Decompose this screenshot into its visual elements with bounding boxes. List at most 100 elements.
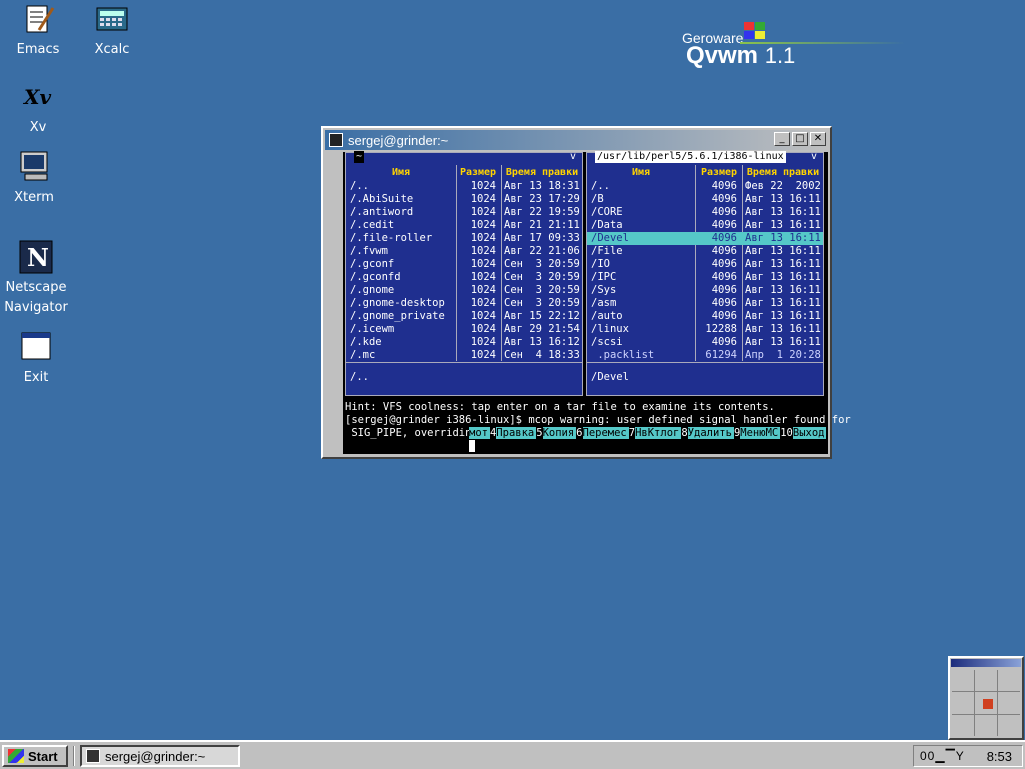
file-row[interactable]: /.cedit 1024 Авг 21 21:11 xyxy=(346,219,582,232)
file-row[interactable]: /.file-roller 1024 Авг 17 09:33 xyxy=(346,232,582,245)
file-row[interactable]: /CORE 4096 Авг 13 16:11 xyxy=(587,206,823,219)
terminal-window[interactable]: sergej@grinder:~ _ □ ✕ ~ v Имя Размер Вр… xyxy=(321,126,851,459)
function-key[interactable]: 7НвКтлог xyxy=(629,427,682,440)
function-key[interactable]: 9МенюMC xyxy=(734,427,781,440)
col-mtime: Время правки xyxy=(505,167,579,178)
desktop-icon-exit[interactable]: Exit xyxy=(0,330,74,388)
left-file-list[interactable]: /.. 1024 Авг 13 18:31 /.AbiSuite 1024 Авг 23 … xyxy=(346,180,582,362)
function-key[interactable]: 8Удалить xyxy=(681,427,734,440)
file-name: .packlist xyxy=(591,349,655,361)
file-row[interactable]: /Data 4096 Авг 13 16:11 xyxy=(587,219,823,232)
file-name: /.gnome_private xyxy=(350,310,445,322)
xterm-label: Xterm xyxy=(14,190,54,205)
file-size: 4096 xyxy=(711,310,737,322)
pager-desk[interactable] xyxy=(998,714,1020,736)
desktop-icon-netscape[interactable]: N Netscape Navigator xyxy=(0,240,74,318)
file-row[interactable]: /.AbiSuite 1024 Авг 23 17:29 xyxy=(346,193,582,206)
desktop-icon-xterm[interactable]: Xterm xyxy=(0,150,72,208)
pager-desk[interactable] xyxy=(975,714,997,736)
desktop-icon-emacs[interactable]: Emacs xyxy=(0,2,76,60)
start-button[interactable]: Start xyxy=(2,745,68,767)
pager-desk[interactable] xyxy=(952,692,974,714)
logo-product: Qvwm 1.1 xyxy=(686,42,796,69)
file-row[interactable]: .packlist 61294 Апр 1 20:28 xyxy=(587,349,823,362)
clock[interactable]: 8:53 xyxy=(987,749,1012,764)
terminal-content[interactable]: ~ v Имя Размер Время правки /.. 1024 Авг 1… xyxy=(343,151,851,454)
file-row[interactable]: /.icewm 1024 Авг 29 21:54 xyxy=(346,323,582,336)
file-row[interactable]: /.gnome-desktop 1024 Сен 3 20:59 xyxy=(346,297,582,310)
file-row[interactable]: /.. 1024 Авг 13 18:31 xyxy=(346,180,582,193)
file-size: 4096 xyxy=(711,193,737,205)
taskbar-item-terminal[interactable]: sergej@grinder:~ xyxy=(80,745,240,767)
window-titlebar[interactable]: sergej@grinder:~ _ □ ✕ xyxy=(325,130,828,150)
function-key-label: Правка xyxy=(496,427,537,439)
file-row[interactable]: /.kde 1024 Авг 13 16:12 xyxy=(346,336,582,349)
function-key[interactable]: мот xyxy=(469,427,490,440)
file-name: /CORE xyxy=(591,206,623,218)
function-key[interactable]: 4Правка xyxy=(490,427,537,440)
function-key[interactable]: 10Выход xyxy=(780,427,827,440)
file-name: /.file-roller xyxy=(350,232,433,244)
mc-left-panel[interactable]: ~ v Имя Размер Время правки /.. 1024 Авг 1… xyxy=(345,151,583,396)
pager-desk[interactable] xyxy=(952,714,974,736)
file-row[interactable]: /Devel 4096 Авг 13 16:11 xyxy=(587,232,823,245)
file-row[interactable]: /B 4096 Авг 13 16:11 xyxy=(587,193,823,206)
right-file-list[interactable]: /.. 4096 Фев 22 2002/B 4096 Авг 13 16:11/COR… xyxy=(587,180,823,362)
file-mtime: Авг 13 16:11 xyxy=(745,258,821,270)
function-key-number: 5 xyxy=(536,427,543,439)
function-key-label: МенюMC xyxy=(740,427,781,439)
file-mtime: Авг 13 16:11 xyxy=(745,271,821,283)
file-name: /.gconfd xyxy=(350,271,401,283)
pager-desk-active[interactable] xyxy=(975,692,997,714)
emacs-icon xyxy=(21,2,55,36)
file-name: /.antiword xyxy=(350,206,414,218)
function-key[interactable]: 5Копия xyxy=(536,427,577,440)
file-row[interactable]: /scsi 4096 Авг 13 16:11 xyxy=(587,336,823,349)
text-cursor xyxy=(469,440,475,452)
file-row[interactable]: /auto 4096 Авг 13 16:11 xyxy=(587,310,823,323)
file-row[interactable]: /.gconf 1024 Сен 3 20:59 xyxy=(346,258,582,271)
desktop-icon-xcalc[interactable]: Xcalc xyxy=(74,2,150,60)
svg-text:N: N xyxy=(27,243,49,272)
file-row[interactable]: /asm 4096 Авг 13 16:11 xyxy=(587,297,823,310)
desktop-pager[interactable] xyxy=(948,656,1024,740)
file-mtime: Авг 22 19:59 xyxy=(504,206,580,218)
left-panel-menu-button[interactable]: v xyxy=(570,151,576,163)
taskbar-item-label: sergej@grinder:~ xyxy=(105,748,206,764)
file-name: /B xyxy=(591,193,604,205)
tray-icons[interactable]: 00▁▔Y xyxy=(920,749,965,763)
pager-desk[interactable] xyxy=(952,670,974,692)
file-row[interactable]: /File 4096 Авг 13 16:11 xyxy=(587,245,823,258)
file-row[interactable]: /IO 4096 Авг 13 16:11 xyxy=(587,258,823,271)
desktop-icon-xv[interactable]: Xv Xv xyxy=(0,80,76,138)
svg-text:Xv: Xv xyxy=(22,85,52,109)
file-row[interactable]: /linux 12288 Авг 13 16:11 xyxy=(587,323,823,336)
file-row[interactable]: /.antiword 1024 Авг 22 19:59 xyxy=(346,206,582,219)
file-row[interactable]: /IPC 4096 Авг 13 16:11 xyxy=(587,271,823,284)
function-key[interactable]: 6Перемес xyxy=(576,427,629,440)
minimize-button[interactable]: _ xyxy=(774,132,790,146)
close-button[interactable]: ✕ xyxy=(810,132,826,146)
file-row[interactable]: /.. 4096 Фев 22 2002 xyxy=(587,180,823,193)
maximize-button[interactable]: □ xyxy=(792,132,808,146)
file-row[interactable]: /.fvwm 1024 Авг 22 21:06 xyxy=(346,245,582,258)
pager-desk[interactable] xyxy=(998,670,1020,692)
file-size: 4096 xyxy=(711,297,737,309)
file-name: /auto xyxy=(591,310,623,322)
file-row[interactable]: /.gnome_private 1024 Авг 15 22:12 xyxy=(346,310,582,323)
file-row[interactable]: /.gconfd 1024 Сен 3 20:59 xyxy=(346,271,582,284)
pager-desk[interactable] xyxy=(975,670,997,692)
mc-right-panel[interactable]: /usr/lib/perl5/5.6.1/i386-linux v Имя Ра… xyxy=(586,151,824,396)
file-row[interactable]: /.gnome 1024 Сен 3 20:59 xyxy=(346,284,582,297)
file-row[interactable]: /.mc 1024 Сен 4 18:33 xyxy=(346,349,582,362)
separator xyxy=(73,746,75,766)
right-panel-menu-button[interactable]: v xyxy=(811,151,817,163)
file-size: 4096 xyxy=(711,180,737,192)
function-key-label: Выход xyxy=(792,427,827,439)
right-panel-footer: /Devel xyxy=(591,371,629,383)
file-size: 1024 xyxy=(470,297,496,309)
file-row[interactable]: /Sys 4096 Авг 13 16:11 xyxy=(587,284,823,297)
function-key-bar[interactable]: мот 4Правка 5Копия 6Перемес 7НвКтлог 8Удали… xyxy=(469,427,827,440)
pager-desk[interactable] xyxy=(998,692,1020,714)
emacs-label: Emacs xyxy=(16,42,60,57)
